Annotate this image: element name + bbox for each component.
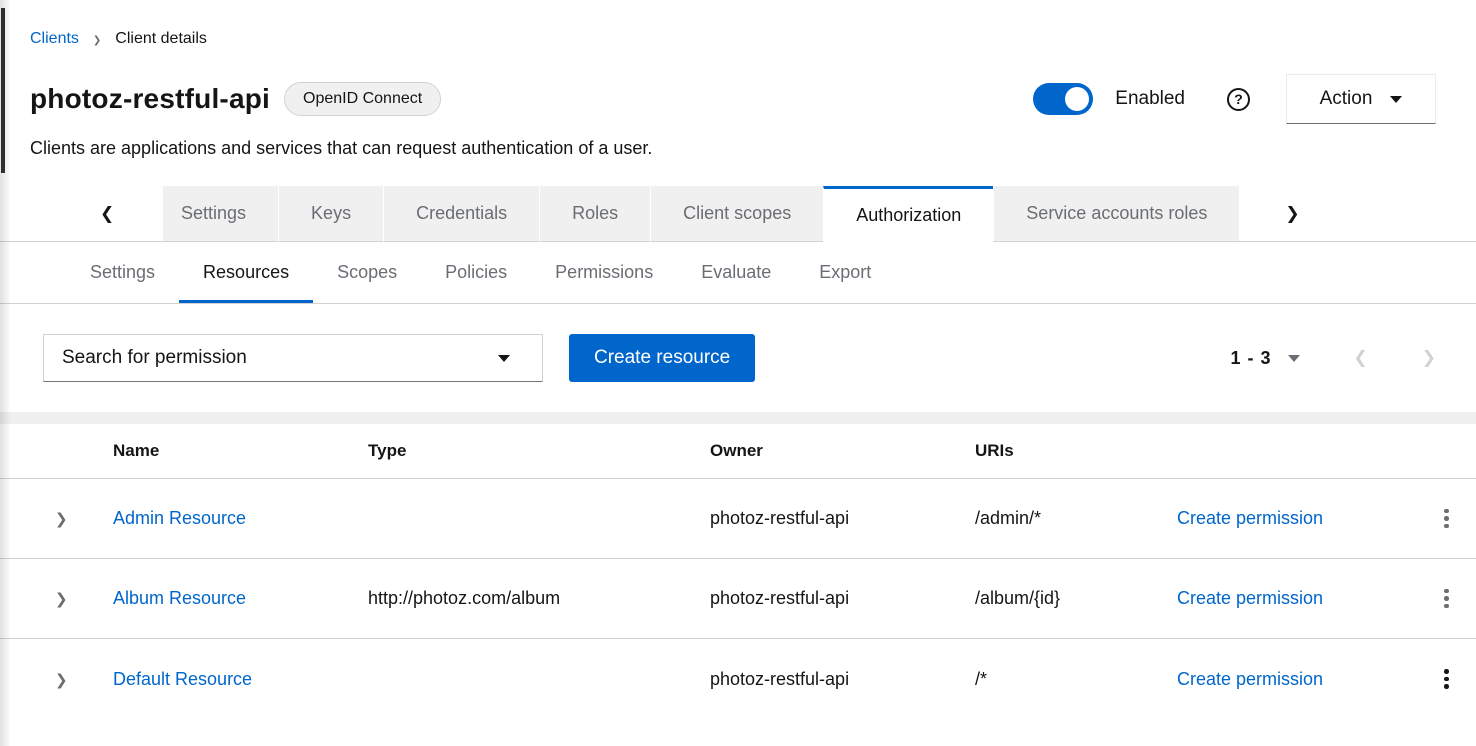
action-dropdown[interactable]: Action bbox=[1286, 74, 1436, 124]
tabs-scroll-right-button[interactable]: ❯ bbox=[1285, 204, 1299, 224]
tabs-scroll-left-button[interactable]: ❮ bbox=[0, 186, 163, 242]
create-permission-link[interactable]: Create permission bbox=[1177, 588, 1323, 608]
row-expand-icon[interactable]: ❯ bbox=[55, 591, 68, 608]
pagination-range: 1 - 3 bbox=[1230, 348, 1271, 369]
subtab-evaluate[interactable]: Evaluate bbox=[677, 242, 795, 303]
column-header-name: Name bbox=[113, 441, 368, 461]
tab-settings[interactable]: Settings bbox=[163, 186, 278, 242]
resources-table: Name Type Owner URIs ❯ Admin Resource ph… bbox=[0, 424, 1476, 719]
resource-uri: /admin/* bbox=[975, 508, 1177, 529]
column-header-type: Type bbox=[368, 441, 710, 461]
subtab-settings[interactable]: Settings bbox=[66, 242, 179, 303]
row-expand-icon[interactable]: ❯ bbox=[55, 511, 68, 528]
subtab-permissions[interactable]: Permissions bbox=[531, 242, 677, 303]
page-description: Clients are applications and services th… bbox=[30, 138, 1436, 159]
resource-name-link[interactable]: Admin Resource bbox=[113, 508, 246, 528]
enabled-label: Enabled bbox=[1115, 88, 1185, 110]
column-header-owner: Owner bbox=[710, 441, 975, 461]
search-permission-select[interactable]: Search for permission bbox=[43, 334, 543, 382]
tab-service-accounts-roles[interactable]: Service accounts roles bbox=[993, 186, 1239, 242]
tab-client-scopes[interactable]: Client scopes bbox=[650, 186, 823, 242]
breadcrumb: Clients ❯ Client details bbox=[0, 0, 1476, 48]
subtab-resources[interactable]: Resources bbox=[179, 242, 313, 303]
kebab-menu-icon[interactable] bbox=[1440, 663, 1453, 694]
search-permission-value: Search for permission bbox=[62, 347, 247, 369]
tab-roles[interactable]: Roles bbox=[539, 186, 650, 242]
resource-name-link[interactable]: Album Resource bbox=[113, 588, 246, 608]
tab-authorization[interactable]: Authorization bbox=[823, 186, 993, 242]
breadcrumb-link-clients[interactable]: Clients bbox=[30, 30, 79, 48]
page-title: photoz-restful-api bbox=[30, 83, 270, 115]
resource-name-link[interactable]: Default Resource bbox=[113, 669, 252, 689]
table-row: ❯ Admin Resource photoz-restful-api /adm… bbox=[0, 479, 1476, 559]
resource-owner: photoz-restful-api bbox=[710, 588, 975, 609]
tabs-scroll-area: Settings Keys Credentials Roles Client s… bbox=[163, 186, 1239, 242]
pagination: 1 - 3 ❮ ❯ bbox=[1230, 348, 1436, 369]
resources-toolbar: Search for permission Create resource 1 … bbox=[0, 304, 1476, 412]
tab-keys[interactable]: Keys bbox=[278, 186, 383, 242]
resource-owner: photoz-restful-api bbox=[710, 508, 975, 529]
table-header-row: Name Type Owner URIs bbox=[0, 424, 1476, 479]
pagination-options-caret-icon[interactable] bbox=[1288, 355, 1300, 362]
tabs-right-area: ❯ bbox=[1239, 186, 1476, 242]
column-header-uris: URIs bbox=[975, 441, 1177, 461]
resource-uri: /* bbox=[975, 669, 1177, 690]
tab-credentials[interactable]: Credentials bbox=[383, 186, 539, 242]
authorization-subtabs: Settings Resources Scopes Policies Permi… bbox=[0, 242, 1476, 304]
create-resource-button[interactable]: Create resource bbox=[569, 334, 755, 382]
client-tabs: ❮ Settings Keys Credentials Roles Client… bbox=[0, 186, 1476, 242]
kebab-menu-icon[interactable] bbox=[1440, 503, 1453, 534]
action-dropdown-label: Action bbox=[1320, 88, 1373, 110]
subtab-scopes[interactable]: Scopes bbox=[313, 242, 421, 303]
table-row: ❯ Album Resource http://photoz.com/album… bbox=[0, 559, 1476, 639]
kebab-menu-icon[interactable] bbox=[1440, 583, 1453, 614]
caret-down-icon bbox=[498, 355, 510, 362]
left-edge-nav-sliver bbox=[1, 8, 5, 173]
breadcrumb-separator-icon: ❯ bbox=[93, 35, 101, 46]
row-expand-icon[interactable]: ❯ bbox=[55, 672, 68, 689]
resource-type: http://photoz.com/album bbox=[368, 588, 710, 609]
resource-uri: /album/{id} bbox=[975, 588, 1177, 609]
subtab-policies[interactable]: Policies bbox=[421, 242, 531, 303]
caret-down-icon bbox=[1390, 96, 1402, 103]
page-header: photoz-restful-api OpenID Connect Enable… bbox=[0, 48, 1476, 159]
create-permission-link[interactable]: Create permission bbox=[1177, 508, 1323, 528]
section-divider bbox=[0, 412, 1476, 424]
help-icon[interactable]: ? bbox=[1227, 88, 1250, 111]
protocol-badge: OpenID Connect bbox=[284, 82, 441, 116]
pagination-next-button[interactable]: ❯ bbox=[1422, 348, 1436, 368]
subtab-export[interactable]: Export bbox=[795, 242, 895, 303]
breadcrumb-current: Client details bbox=[115, 30, 207, 48]
create-permission-link[interactable]: Create permission bbox=[1177, 669, 1323, 689]
table-row: ❯ Default Resource photoz-restful-api /*… bbox=[0, 639, 1476, 719]
toggle-knob bbox=[1065, 87, 1089, 111]
resource-owner: photoz-restful-api bbox=[710, 669, 975, 690]
enabled-toggle[interactable] bbox=[1033, 83, 1093, 115]
chevron-left-icon: ❮ bbox=[100, 204, 114, 224]
header-controls: Enabled ? Action bbox=[1033, 74, 1436, 124]
pagination-prev-button[interactable]: ❮ bbox=[1354, 348, 1368, 368]
